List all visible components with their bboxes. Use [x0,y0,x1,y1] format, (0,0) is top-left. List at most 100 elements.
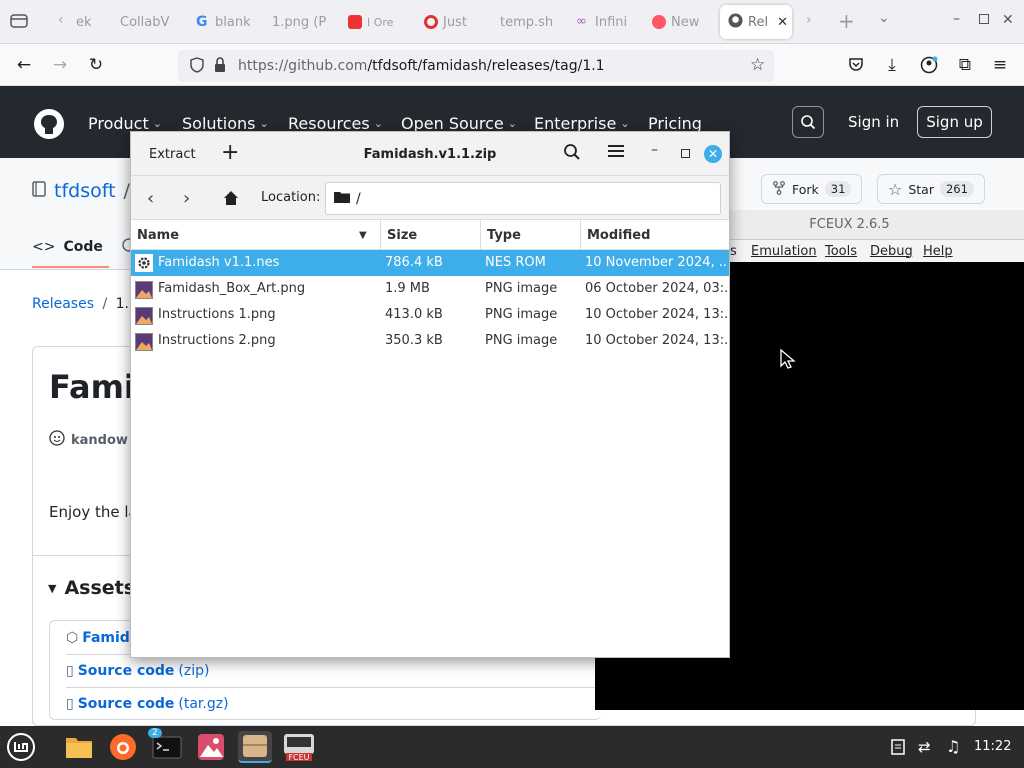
browser-tab[interactable]: Just [424,8,474,36]
menu-icon[interactable]: ≡ [989,54,1011,76]
window-close-icon[interactable]: ✕ [1002,12,1014,28]
search-icon[interactable] [792,106,824,138]
author-link[interactable]: kandow [71,433,128,448]
location-field[interactable]: / [325,182,721,215]
zip-file-icon: ▯ [66,663,74,679]
tab-overview-icon[interactable] [10,13,28,33]
file-modified: 10 October 2024, 13:... [585,307,727,322]
browser-tab[interactable]: 1.png (P [272,8,328,36]
minimize-icon[interactable]: – [651,142,658,158]
asset-item[interactable]: ▯ Source code (tar.gz) [66,687,602,720]
start-menu-icon[interactable] [4,731,38,763]
column-name[interactable]: Name ▼ [131,220,381,250]
menu-debug[interactable]: Debug [870,244,913,259]
download-icon[interactable]: ⤓ [881,54,903,76]
tab-label: 1.png (P [272,14,327,30]
file-size: 1.9 MB [385,281,430,296]
reload-icon[interactable]: ↻ [85,54,107,76]
file-manager-icon[interactable] [62,731,96,763]
code-icon: <> [32,239,56,255]
account-icon[interactable] [918,54,940,76]
column-modified[interactable]: Modified [581,220,729,250]
image-viewer-icon[interactable] [194,731,228,763]
sign-up-button[interactable]: Sign up [917,106,992,138]
asset-suffix: (zip) [178,663,210,679]
archive-manager-icon[interactable] [238,731,272,763]
file-row[interactable]: Famidash_Box_Art.png 1.9 MB PNG image 06… [131,276,729,302]
browser-tab[interactable]: New [652,8,704,36]
image-file-icon [135,333,153,351]
hamburger-menu-icon[interactable] [608,144,624,162]
fork-count: 31 [824,181,852,197]
shield-icon [190,57,204,77]
google-icon: G [196,14,208,30]
file-row[interactable]: Instructions 1.png 413.0 kB PNG image 10… [131,302,729,328]
repo-owner-link[interactable]: tfdsoft [54,180,116,202]
asset-item[interactable]: ▯ Source code (zip) [66,654,602,687]
mouse-cursor-icon [779,348,797,374]
file-row[interactable]: Instructions 2.png 350.3 kB PNG image 10… [131,328,729,354]
home-icon[interactable] [223,190,239,210]
zip-file-icon: ▯ [66,696,74,712]
forward-icon[interactable]: › [183,188,190,209]
gear-file-icon [135,254,153,272]
tab-scroll-left-icon[interactable]: ‹ [58,12,64,28]
browser-tab[interactable]: CollabV [120,8,172,36]
firefox-icon[interactable] [106,731,140,763]
breadcrumb-releases-link[interactable]: Releases [32,296,94,312]
fceux-icon[interactable]: FCEU [282,731,316,763]
network-disconnected-icon[interactable]: ⇄ [918,738,931,756]
menu-tools[interactable]: Tools [825,244,857,259]
menu-help[interactable]: Help [923,244,953,259]
url-bar[interactable]: https://github.com/tfdsoft/famidash/rele… [178,50,774,82]
forward-icon[interactable]: → [49,54,71,76]
repo-icon [32,180,46,202]
image-file-icon [135,281,153,299]
tab-label: Just [443,14,467,30]
github-logo-icon[interactable] [33,108,65,144]
sound-icon[interactable]: ♫ [946,737,960,756]
chevron-down-icon: ⌄ [620,117,630,130]
new-tab-icon[interactable]: + [838,9,855,33]
bookmark-star-icon[interactable]: ☆ [750,55,765,75]
notes-icon[interactable] [890,739,906,759]
tab-list-icon[interactable]: ⌄ [878,10,890,26]
column-type[interactable]: Type [481,220,581,250]
back-icon[interactable]: ‹ [147,188,154,209]
browser-tab[interactable]: temp.sh [500,8,552,36]
pocket-icon[interactable] [845,54,867,76]
close-icon[interactable]: ✕ [704,145,722,163]
browser-tab[interactable]: Gblank [196,8,250,36]
fork-label: Fork [792,181,819,197]
file-name: Famidash v1.1.nes [158,255,280,270]
maximize-icon[interactable] [681,149,690,158]
asset-item[interactable]: ⬡ Famida [66,621,139,654]
chevron-down-icon: ⌄ [507,117,517,130]
menu-emulation[interactable]: Emulation [751,244,817,259]
triangle-down-icon: ▼ [48,581,57,595]
browser-tab[interactable]: ek [76,8,96,36]
assets-toggle[interactable]: ▼ Assets [48,577,135,599]
fork-button[interactable]: Fork 31 [761,174,863,204]
window-minimize-icon[interactable]: – [953,11,960,27]
sign-in-link[interactable]: Sign in [848,113,899,131]
svg-text:FCEU: FCEU [288,753,309,762]
file-size: 786.4 kB [385,255,443,270]
extensions-icon[interactable]: ⧉ [954,54,976,76]
window-maximize-icon[interactable] [979,14,989,24]
terminal-icon[interactable]: 2 [148,728,184,763]
star-button[interactable]: ☆ Star 261 [877,174,985,204]
tab-code[interactable]: <> Code [32,228,109,268]
back-icon[interactable]: ← [13,54,35,76]
browser-tab[interactable]: ∞ Infini [576,8,630,36]
file-row[interactable]: Famidash v1.1.nes 786.4 kB NES ROM 10 No… [131,250,729,276]
browser-tab-active[interactable]: Rel ✕ [720,5,792,39]
file-name: Famidash_Box_Art.png [158,281,306,296]
search-icon[interactable] [563,143,581,165]
menu-fragment[interactable]: s [730,244,737,259]
browser-tab[interactable]: I Ore [348,8,400,36]
clock[interactable]: 11:22 [974,739,1011,754]
tab-close-icon[interactable]: ✕ [777,15,788,30]
tab-scroll-right-icon[interactable]: › [806,12,812,28]
column-size[interactable]: Size [381,220,481,250]
